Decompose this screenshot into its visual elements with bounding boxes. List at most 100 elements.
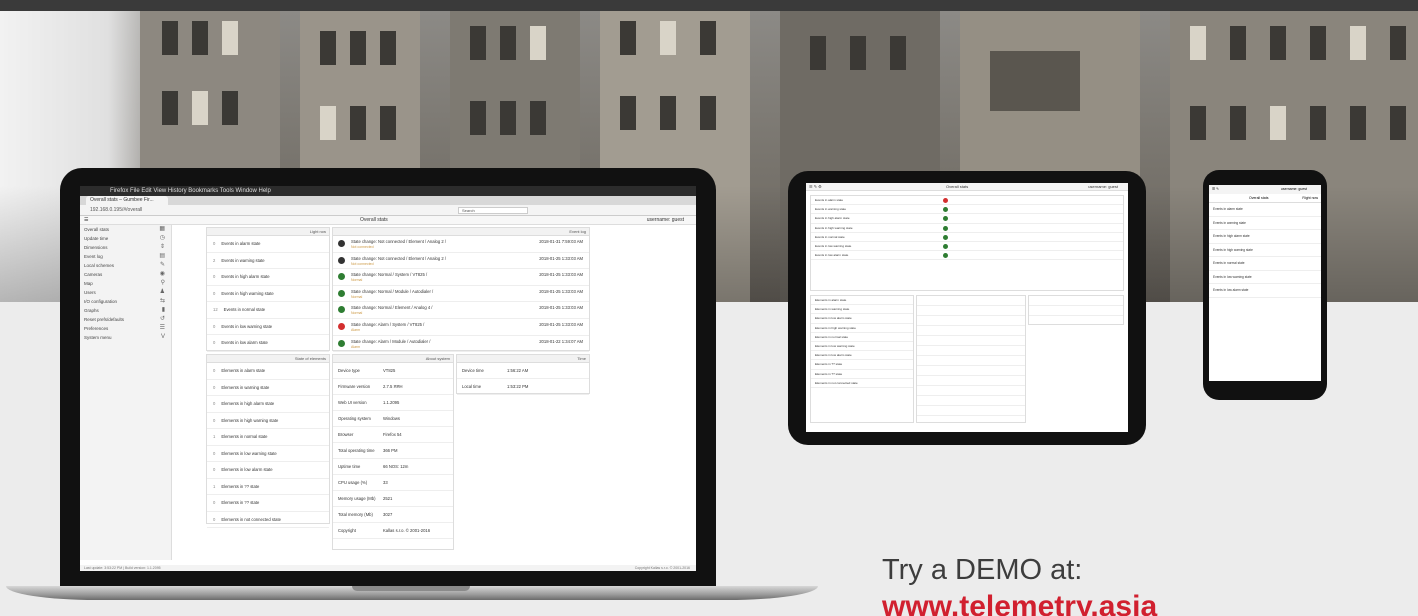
info-key: CPU usage (%) [338, 480, 368, 485]
menu-icon[interactable]: ☰ ✎ ⚙ [809, 183, 822, 191]
event-state: Not connected [351, 245, 374, 249]
status-dot-icon [338, 306, 345, 314]
time-panel: Time Device time 1:56:22 AM Local time 1:53… [456, 354, 590, 395]
row-count: 0 [213, 401, 216, 406]
event-row[interactable]: State change: Not connected / Element / … [333, 236, 589, 253]
sidebar-item[interactable]: Dimensions ⇕ [80, 243, 171, 252]
status-dot-icon [943, 243, 948, 249]
event-row[interactable]: State change: Normal / Element / Analog … [333, 302, 589, 319]
sidebar-item[interactable]: Cameras ◉ [80, 270, 171, 279]
row-count: 12 [213, 307, 218, 312]
status-dot-icon [338, 322, 345, 330]
info-key: Web UI version [338, 400, 367, 405]
row-label: Elements in low alarm state [221, 467, 273, 472]
status-dot-icon [943, 198, 948, 203]
event-counters-panel: Light row 0 Events in alarm state 2 Events … [206, 227, 330, 352]
search-input[interactable]: Search [458, 207, 528, 214]
row-label: Elements in low warning state [221, 450, 277, 456]
status-dot-icon [338, 256, 345, 264]
tablet-event-row: Events in normal state [811, 233, 1123, 242]
info-row: Total memory (Mb) 3027 [333, 507, 453, 523]
sidebar-item[interactable]: Update time ◷ [80, 234, 171, 243]
tablet-dim-row: Elements in warning state [811, 305, 913, 315]
sidebar-item-label: Local schemes [84, 263, 115, 268]
sidebar-item[interactable]: Preferences ☰ [80, 324, 171, 333]
sidebar-item[interactable]: Event log ▤ [80, 252, 171, 261]
menu-icon[interactable]: ☰ [84, 216, 88, 225]
sidebar-item[interactable]: Reset prefs/defaults ↺ [80, 315, 171, 324]
event-state: Normal [351, 294, 363, 299]
info-row: Uptime time 66 NOS: 12m [333, 459, 453, 475]
info-value: 3027 [383, 512, 393, 517]
status-bar: Last update: 3:53:22 PM | Build version:… [80, 565, 696, 571]
sidebar-item-label: Graphs [84, 308, 99, 313]
browser-tab[interactable]: Overall stats – Gumbee Fir... [86, 196, 168, 205]
tablet-event-row: Events in low warning state [811, 242, 1123, 252]
element-state-row: 0 Elements in ?? state [207, 495, 329, 512]
info-row: Memory usage (Mb) 2521 [333, 491, 453, 507]
event-row[interactable]: State change: Normal / System / VT825 /N… [333, 269, 589, 286]
menu-icon[interactable]: ☰ ✎ [1212, 185, 1219, 194]
time-key: Device time [462, 368, 484, 373]
sidebar-item[interactable]: Users ♟ [80, 288, 171, 297]
tablet-dim-row: Elements in low alarm state [811, 351, 913, 361]
sidebar-item[interactable]: Local schemes ✎ [80, 261, 171, 270]
phone-screen: ☰ ✎ username: guest Overall stats Right … [1209, 185, 1321, 381]
status-dot-icon [338, 240, 345, 247]
counter-row: 2 Events in warning state [207, 253, 329, 269]
event-date: 2018-01-22 1:34:07 AM [539, 338, 583, 344]
sidebar-item-icon: ▦ [159, 226, 165, 232]
tablet-header: ☰ ✎ ⚙ Overall stats username: guest [806, 183, 1128, 191]
tablet-device-panel [916, 295, 1026, 423]
element-state-row: 0 Elements in low warning state [207, 446, 329, 462]
element-state-row: 0 Elements in high warning state [207, 413, 329, 429]
event-row[interactable]: State change: Not connected / Element / … [333, 253, 589, 270]
address-bar[interactable]: 192.168.0.195/#/overall Search [80, 205, 696, 216]
url-text[interactable]: 192.168.0.195/#/overall [90, 207, 142, 213]
phone-user[interactable]: username: guest [1281, 185, 1307, 194]
sidebar-item-icon: ♟ [159, 289, 165, 295]
sidebar-item[interactable]: I/O configuration ⇆ [80, 297, 171, 306]
row-label: Elements in normal state [221, 434, 268, 439]
phone-tab[interactable]: Right now [1302, 194, 1318, 203]
status-dot-icon [338, 273, 345, 281]
event-row[interactable]: State change: Alarm / Module / Autodiale… [333, 336, 589, 353]
status-dot-icon [943, 234, 948, 240]
tablet-user[interactable]: username: guest [1088, 183, 1118, 191]
event-state: Alarm [351, 327, 361, 332]
row-label: Elements in high warning state [221, 417, 279, 423]
event-text: State change: Alarm / System / VT825 / [351, 321, 425, 327]
time-value: 1:53:22 PM [507, 384, 529, 389]
sidebar-item[interactable]: System menu V [80, 333, 171, 342]
sidebar-item-icon: V [160, 334, 165, 340]
element-state-row: 0 Elements in high alarm state [207, 396, 329, 413]
event-log-panel: Event log State change: Not connected / … [332, 227, 590, 353]
row-count: 0 [213, 368, 216, 373]
sidebar-item-icon: ✎ [159, 262, 165, 268]
sidebar-item-icon: ↺ [159, 316, 165, 322]
sidebar-item-label: Users [84, 290, 96, 295]
panel-header: Light row [207, 228, 329, 236]
phone-row: Events in low alarm state [1209, 284, 1321, 298]
phone-header: ☰ ✎ username: guest [1209, 185, 1321, 194]
user-label[interactable]: username: guest [647, 216, 684, 225]
tablet-event-row: Events in low alarm state [811, 251, 1123, 261]
event-text: State change: Normal / Module / Autodial… [351, 288, 434, 294]
demo-link[interactable]: www.telemetry.asia [882, 590, 1157, 616]
event-row[interactable]: State change: Alarm / System / VT825 /Al… [333, 319, 589, 336]
time-row: Device time 1:56:22 AM [457, 363, 589, 379]
info-key: Copyright [338, 528, 356, 533]
event-date: 2018-01-25 1:33:03 AM [539, 305, 583, 311]
event-text: State change: Not connected / Element / … [351, 255, 446, 261]
event-text: State change: Not connected / Element / … [351, 239, 446, 244]
sidebar-item[interactable]: Overall stats ▦ [80, 225, 171, 234]
event-text: State change: Normal / System / VT825 / [351, 272, 428, 278]
info-row: Web UI version 1.1.2095 [333, 395, 453, 411]
tablet-dim-row: Elements in low warning state [811, 342, 913, 352]
sidebar-item[interactable]: Graphs ▮ [80, 306, 171, 315]
event-row[interactable]: State change: Normal / Module / Autodial… [333, 286, 589, 303]
tablet-event-row: Events in warning state [811, 205, 1123, 215]
tablet-event-row: Events in high warning state [811, 224, 1123, 233]
status-dot-icon [943, 207, 948, 213]
sidebar-item[interactable]: Map ⚲ [80, 279, 171, 288]
